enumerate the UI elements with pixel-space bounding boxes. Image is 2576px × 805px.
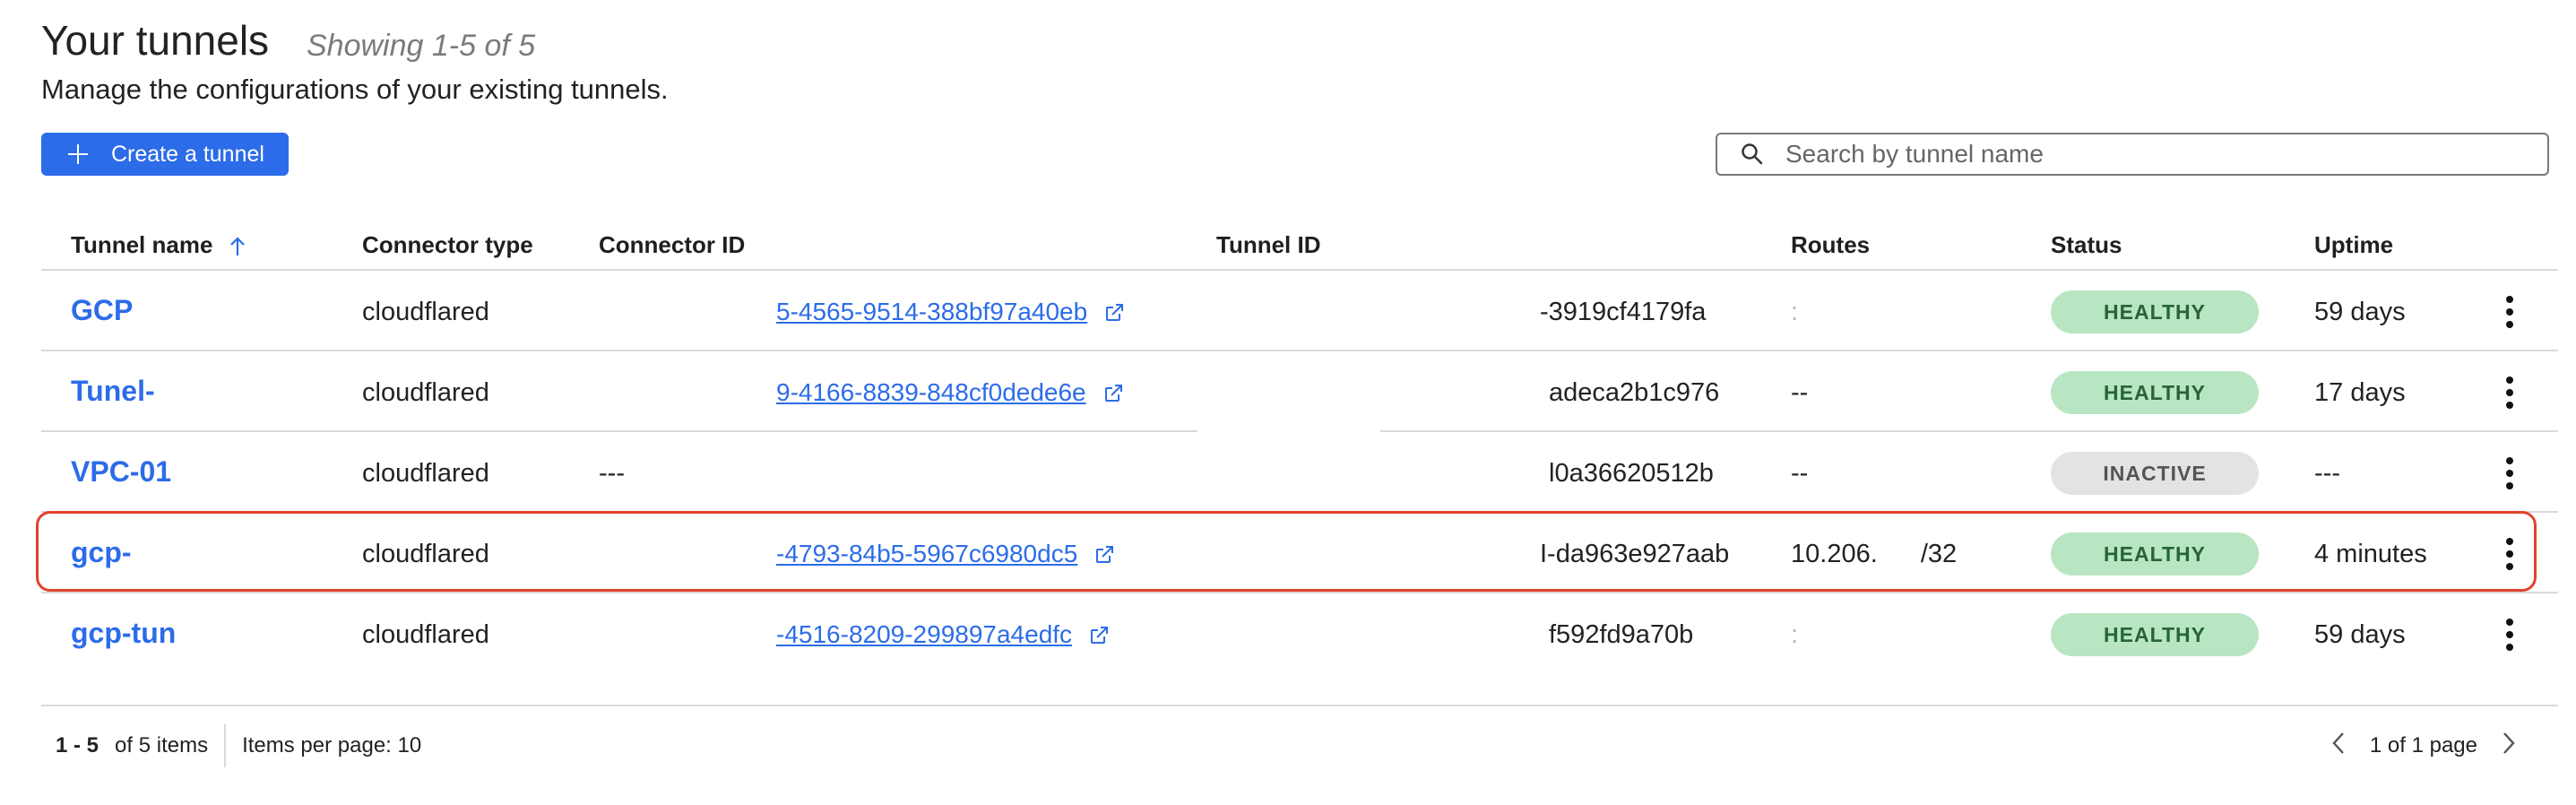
column-header-status: Status (2051, 231, 2122, 258)
table-row: gcp- cloudflared -4793-84b5-5967c6980dc5… (41, 513, 2558, 593)
column-header-tunnel-name[interactable]: Tunnel name (71, 231, 246, 259)
table-row: gcp-tun cloudflared -4516-8209-299897a4e… (41, 593, 2558, 674)
external-link-icon (1104, 385, 1122, 402)
connector-type: cloudflared (362, 298, 489, 326)
column-header-connector-id: Connector ID (599, 231, 746, 258)
table-row: GCP cloudflared 5-4565-9514-388bf97a40eb… (41, 271, 2558, 351)
uptime: 59 days (2314, 298, 2406, 326)
tunnel-id: f592fd9a70b (1549, 620, 1694, 649)
connector-id-link[interactable]: -4793-84b5-5967c6980dc5 (776, 540, 1077, 567)
search-input[interactable] (1785, 140, 2520, 169)
uptime: --- (2314, 459, 2340, 488)
more-options-icon[interactable] (2499, 536, 2520, 572)
routes: -- (1791, 378, 1809, 407)
connector-id: --- (599, 459, 625, 488)
connector-id-link[interactable]: 5-4565-9514-388bf97a40eb (776, 298, 1087, 325)
external-link-icon (1106, 304, 1124, 322)
create-tunnel-button[interactable]: Create a tunnel (41, 133, 289, 176)
create-tunnel-label: Create a tunnel (111, 141, 264, 167)
external-link-icon (1091, 627, 1109, 645)
search-box[interactable] (1716, 133, 2549, 176)
results-count: Showing 1-5 of 5 (307, 29, 536, 63)
connector-type: cloudflared (362, 620, 489, 649)
sort-ascending-icon (229, 237, 245, 256)
route-suffix: /32 (1920, 540, 1958, 568)
tunnel-name-link[interactable]: gcp-tun (71, 617, 176, 650)
tunnel-name-link[interactable]: gcp- (71, 536, 132, 569)
more-options-icon[interactable] (2499, 455, 2520, 491)
status-badge: HEALTHY (2051, 532, 2259, 576)
page-description: Manage the configurations of your existi… (41, 74, 669, 105)
tunnel-name-link[interactable]: GCP (71, 294, 133, 327)
chevron-right-icon[interactable] (2501, 731, 2517, 762)
search-icon (1742, 143, 1763, 165)
items-total: of 5 items (115, 733, 209, 757)
footer-divider (41, 705, 2558, 706)
status-badge: HEALTHY (2051, 613, 2259, 656)
connector-id-link[interactable]: -4516-8209-299897a4edfc (776, 620, 1072, 648)
uptime: 17 days (2314, 378, 2406, 407)
connector-id-link[interactable]: 9-4166-8839-848cf0dede6e (776, 378, 1086, 406)
column-header-uptime: Uptime (2314, 231, 2394, 258)
page-info: 1 of 1 page (2369, 733, 2477, 757)
redaction-block (1197, 351, 1380, 434)
table-row: VPC-01 cloudflared --- l0a36620512b -- I… (41, 432, 2558, 513)
tunnel-id: adeca2b1c976 (1549, 378, 1720, 407)
routes: : (1791, 620, 1799, 649)
pagination-summary: 1 - 5 of 5 items Items per page: 10 (41, 724, 421, 767)
column-header-routes: Routes (1791, 231, 1871, 258)
table-header: Tunnel name Connector type Connector ID … (41, 224, 2558, 271)
connector-id-cell[interactable]: 9-4166-8839-848cf0dede6e (776, 378, 1124, 408)
routes: 10.206. /32 (1791, 540, 1957, 569)
connector-id-cell[interactable]: -4516-8209-299897a4edfc (776, 620, 1110, 650)
chevron-left-icon[interactable] (2330, 731, 2347, 762)
more-options-icon[interactable] (2499, 617, 2520, 653)
tunnel-name-link[interactable]: VPC-01 (71, 455, 171, 489)
column-label: Tunnel name (71, 231, 213, 258)
more-options-icon[interactable] (2499, 375, 2520, 411)
routes: -- (1791, 459, 1809, 488)
uptime: 59 days (2314, 620, 2406, 649)
tunnels-table: Tunnel name Connector type Connector ID … (41, 224, 2558, 674)
connector-type: cloudflared (362, 378, 489, 407)
tunnel-id: I-da963e927aab (1540, 540, 1730, 568)
pagination-controls: 1 of 1 page (2330, 724, 2517, 767)
column-header-connector-type: Connector type (362, 231, 533, 258)
status-badge: HEALTHY (2051, 371, 2259, 414)
more-options-icon[interactable] (2499, 294, 2520, 330)
tunnel-id: -3919cf4179fa (1540, 298, 1707, 326)
routes: : (1791, 298, 1799, 326)
column-header-tunnel-id: Tunnel ID (1216, 231, 1321, 258)
items-range: 1 - 5 (56, 733, 99, 757)
connector-id-cell[interactable]: -4793-84b5-5967c6980dc5 (776, 540, 1115, 569)
tunnel-id: l0a36620512b (1549, 459, 1714, 488)
tunnel-name-link[interactable]: Tunel- (71, 375, 155, 408)
status-badge: INACTIVE (2051, 452, 2259, 495)
uptime: 4 minutes (2314, 540, 2427, 568)
page-title: Your tunnels (41, 17, 270, 64)
status-badge: HEALTHY (2051, 290, 2259, 333)
plus-icon (68, 144, 88, 164)
connector-id-cell[interactable]: 5-4565-9514-388bf97a40eb (776, 298, 1125, 327)
footer-separator (224, 724, 227, 767)
route-prefix: 10.206. (1791, 540, 1878, 568)
connector-type: cloudflared (362, 459, 489, 488)
items-per-page[interactable]: Items per page: 10 (242, 733, 421, 758)
external-link-icon (1096, 546, 1114, 564)
connector-type: cloudflared (362, 540, 489, 568)
